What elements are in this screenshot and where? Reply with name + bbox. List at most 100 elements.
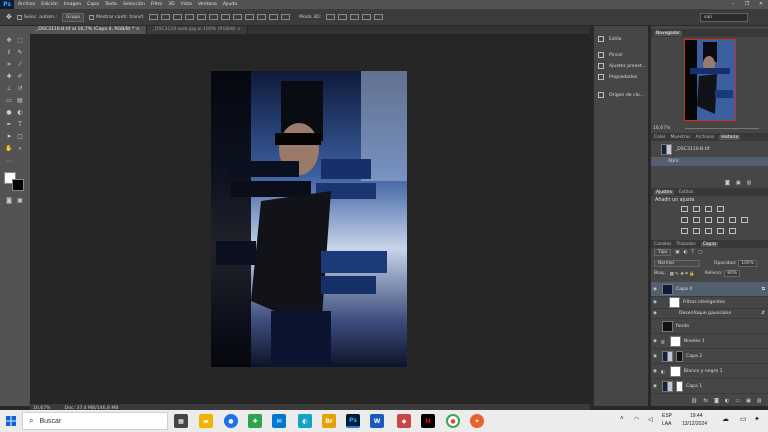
pen-tool-icon[interactable]: ✒	[4, 120, 14, 129]
channel-mixer-icon[interactable]	[741, 217, 748, 223]
menu-ayuda[interactable]: Ayuda	[223, 2, 237, 7]
visibility-eye-icon[interactable]: ◉	[651, 339, 659, 344]
lasso-tool-icon[interactable]: ℓ	[4, 48, 14, 57]
app-orange-icon[interactable]: ✦	[470, 414, 484, 428]
tab-muestras[interactable]: Muestras	[670, 135, 690, 140]
tab-trazados[interactable]: Trazados	[676, 242, 695, 247]
bridge-icon[interactable]: Br	[322, 414, 336, 428]
menu-archivo[interactable]: Archivo	[18, 2, 35, 7]
background-color-swatch[interactable]	[12, 179, 24, 191]
close-button[interactable]: ✕	[754, 0, 768, 9]
visibility-eye-icon[interactable]: ◉	[651, 384, 659, 389]
taskbar-search[interactable]: ⌕ Buscar	[22, 412, 168, 430]
pan-3d-icon[interactable]	[350, 14, 360, 20]
layer-row-capa-2[interactable]: ◉ Capa 2	[651, 349, 768, 364]
menu-seleccion[interactable]: Selección	[123, 2, 145, 7]
align-center-icon[interactable]	[197, 14, 207, 20]
brush-tool-icon[interactable]: ✐	[15, 72, 25, 81]
link-icon[interactable]: ⛓	[691, 398, 697, 404]
filter-shape-icon[interactable]: ▢	[698, 250, 702, 255]
history-snapshot[interactable]: _DSC3110-B.tif	[651, 143, 768, 156]
crop-tool-icon[interactable]: ⌗	[4, 60, 14, 69]
layer-row-capa-4[interactable]: ◉ Capa 4 ⧉	[651, 282, 768, 297]
align-middle-icon[interactable]	[161, 14, 171, 20]
menu-edicion[interactable]: Edición	[41, 2, 58, 7]
black-white-icon[interactable]	[717, 217, 724, 223]
tab-archivos[interactable]: Archivos	[696, 135, 715, 140]
tab-ajustes[interactable]: Ajustes	[654, 189, 675, 195]
chevron-up-icon[interactable]: ˄	[620, 416, 624, 422]
menu-capa[interactable]: Capa	[87, 2, 99, 7]
wifi-icon[interactable]: ◠	[634, 416, 639, 423]
history-brush-icon[interactable]: ↺	[15, 84, 25, 93]
move-tool-icon[interactable]: ✥	[6, 13, 12, 21]
tab-capas[interactable]: Capas	[700, 241, 719, 247]
mask-icon[interactable]: ◙	[714, 398, 719, 404]
layer-row-capa-1[interactable]: ◉ Capa 1	[651, 379, 768, 394]
weather-icon[interactable]: ☁	[722, 415, 729, 423]
curves-icon[interactable]	[705, 206, 712, 212]
navigator-zoom-slider[interactable]	[685, 128, 759, 129]
show-transform-checkbox[interactable]	[89, 14, 95, 20]
fx-icon[interactable]: fx	[703, 398, 708, 404]
photoshop-taskbar-icon[interactable]: Ps	[346, 414, 360, 428]
quick-mask-icon[interactable]: ◙	[4, 196, 14, 205]
more-tools-icon[interactable]: ⋯	[4, 157, 14, 166]
history-step[interactable]: Abrir	[651, 157, 768, 166]
new-layer-icon[interactable]: ▣	[746, 398, 751, 404]
tab-color[interactable]: Color	[654, 135, 665, 140]
tab-estilos[interactable]: Estilos	[679, 190, 693, 195]
panel-estilo[interactable]: Estilo	[598, 36, 621, 42]
start-button[interactable]	[0, 410, 22, 432]
visibility-eye-icon[interactable]: ◉	[651, 369, 659, 374]
invert-icon[interactable]	[681, 228, 688, 234]
tab-document-1[interactable]: _DSC3110-B.tif al 16,7% (Capa 4, RGB/8) …	[30, 26, 147, 34]
align-right-icon[interactable]	[209, 14, 219, 20]
color-balance-icon[interactable]	[705, 217, 712, 223]
menu-vista[interactable]: Vista	[181, 2, 192, 7]
photo-filter-icon[interactable]	[729, 217, 736, 223]
visibility-eye-icon[interactable]: ◉	[651, 287, 659, 292]
auto-select-checkbox[interactable]	[16, 14, 22, 20]
vibrance-icon[interactable]	[681, 217, 688, 223]
restore-button[interactable]: ❐	[740, 0, 754, 9]
filter-adjust-icon[interactable]: ◐	[684, 250, 688, 255]
panel-origen-clonacion[interactable]: Origen de clo...	[598, 92, 644, 98]
minimize-button[interactable]: –	[726, 0, 740, 9]
document-canvas-image[interactable]	[211, 71, 407, 367]
volume-icon[interactable]: ◁	[648, 416, 653, 423]
tab-document-2[interactable]: _DSC3110-web.jpg al 100% (RGB/8) ×	[146, 26, 248, 34]
eyedropper-icon[interactable]: ⁄	[15, 60, 25, 69]
slide-3d-icon[interactable]	[362, 14, 372, 20]
tab-navegador[interactable]: Navegador	[654, 30, 683, 36]
filter-kind-dropdown[interactable]: Tipo	[654, 249, 672, 256]
scale-3d-icon[interactable]	[374, 14, 384, 20]
menu-filtro[interactable]: Filtro	[151, 2, 162, 7]
group-icon[interactable]: ▭	[735, 398, 740, 404]
align-left-icon[interactable]	[185, 14, 195, 20]
file-explorer-icon[interactable]: ▬	[199, 414, 213, 428]
menu-ventana[interactable]: Ventana	[198, 2, 217, 7]
trash-icon[interactable]: ▥	[747, 180, 752, 186]
distribute-middle-icon[interactable]	[233, 14, 243, 20]
filter-image-icon[interactable]: ▣	[675, 250, 679, 255]
word-icon[interactable]: W	[370, 414, 384, 428]
blur-tool-icon[interactable]: ●	[4, 108, 14, 117]
notification-icon[interactable]: ▭	[740, 415, 747, 423]
hand-tool-icon[interactable]: ✋	[4, 144, 14, 153]
layer-row-gaussian-blur[interactable]: ◉ Desenfoque gaussiano ⇵	[651, 309, 768, 319]
hue-saturation-icon[interactable]	[693, 217, 700, 223]
menu-imagen[interactable]: Imagen	[64, 2, 81, 7]
trash-icon[interactable]: ▥	[757, 398, 762, 404]
align-bottom-icon[interactable]	[173, 14, 183, 20]
brightness-icon[interactable]	[681, 206, 688, 212]
distribute-top-icon[interactable]	[221, 14, 231, 20]
tab-canales[interactable]: Canales	[654, 242, 671, 247]
visibility-eye-icon[interactable]: ◉	[651, 300, 659, 305]
task-view-icon[interactable]: ▦	[174, 414, 188, 428]
workspace-select[interactable]: sali	[700, 13, 748, 22]
navigator-thumbnail[interactable]	[684, 39, 736, 121]
visibility-eye-icon[interactable]: ◉	[651, 354, 659, 359]
zoom-app-icon[interactable]: ●	[224, 414, 238, 428]
marquee-tool-icon[interactable]: ⬚	[15, 36, 25, 45]
